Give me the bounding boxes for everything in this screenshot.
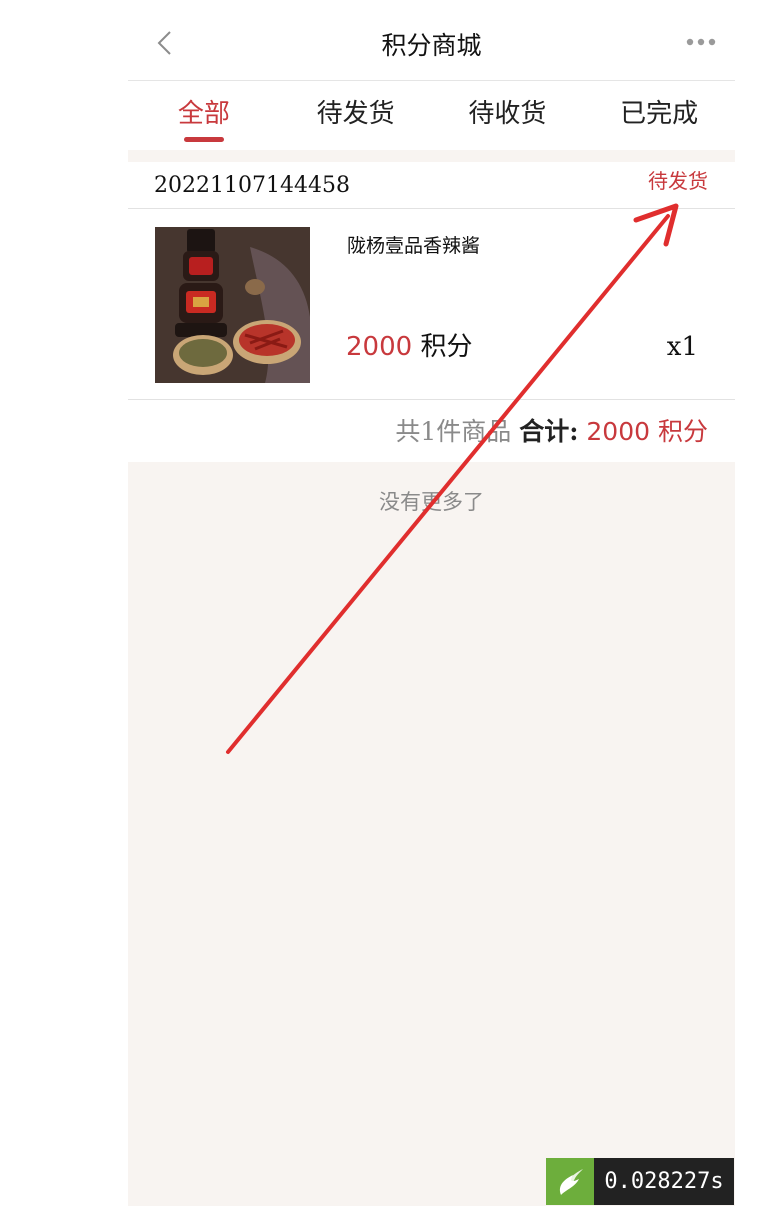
chili-sauce-photo — [155, 227, 310, 383]
product-row[interactable]: 陇杨壹品香辣酱 2000 积分 x1 — [128, 209, 735, 400]
tab-label: 全部 — [177, 99, 230, 129]
tab-pending-receipt[interactable]: 待收货 — [432, 81, 584, 150]
total-value: 2000 — [586, 417, 651, 446]
product-image — [155, 227, 310, 383]
order-header: 20221107144458 待发货 — [128, 162, 735, 209]
order-card[interactable]: 20221107144458 待发货 陇杨壹品香辣酱 2000 积分 x1 共1… — [128, 162, 735, 462]
tab-label: 已完成 — [620, 99, 699, 129]
flame-logo-icon — [546, 1158, 594, 1205]
tab-pending-shipment[interactable]: 待发货 — [280, 81, 432, 150]
phone-screen: 积分商城 全部 待发货 待收货 已完成 20221107144458 待发货 陇… — [128, 0, 735, 1206]
price-value: 2000 — [346, 332, 413, 362]
more-options-icon[interactable] — [686, 38, 716, 46]
tab-label: 待收货 — [468, 99, 547, 129]
order-summary: 共1件商品 合计: 2000 积分 — [395, 412, 708, 452]
timer-value: 0.028227s — [604, 1169, 724, 1194]
order-number: 20221107144458 — [154, 173, 350, 198]
tab-completed[interactable]: 已完成 — [583, 81, 735, 150]
load-timer-badge: 0.028227s — [546, 1158, 734, 1205]
active-tab-indicator — [183, 137, 224, 142]
list-end-text: 没有更多了 — [379, 490, 484, 514]
product-quantity: x1 — [666, 332, 698, 362]
tab-all[interactable]: 全部 — [128, 81, 280, 150]
product-price: 2000 积分 — [346, 327, 472, 367]
tab-label: 待发货 — [316, 99, 395, 129]
total-label: 合计: — [519, 417, 579, 446]
page-title: 积分商城 — [381, 31, 482, 60]
total-unit: 积分 — [657, 417, 708, 446]
order-status-badge: 待发货 — [648, 169, 708, 193]
product-name: 陇杨壹品香辣酱 — [347, 235, 481, 257]
item-count: 共1件商品 — [395, 417, 512, 446]
order-status-tabs: 全部 待发货 待收货 已完成 — [128, 81, 735, 150]
price-unit: 积分 — [420, 332, 473, 362]
top-nav-bar: 积分商城 — [128, 0, 735, 81]
